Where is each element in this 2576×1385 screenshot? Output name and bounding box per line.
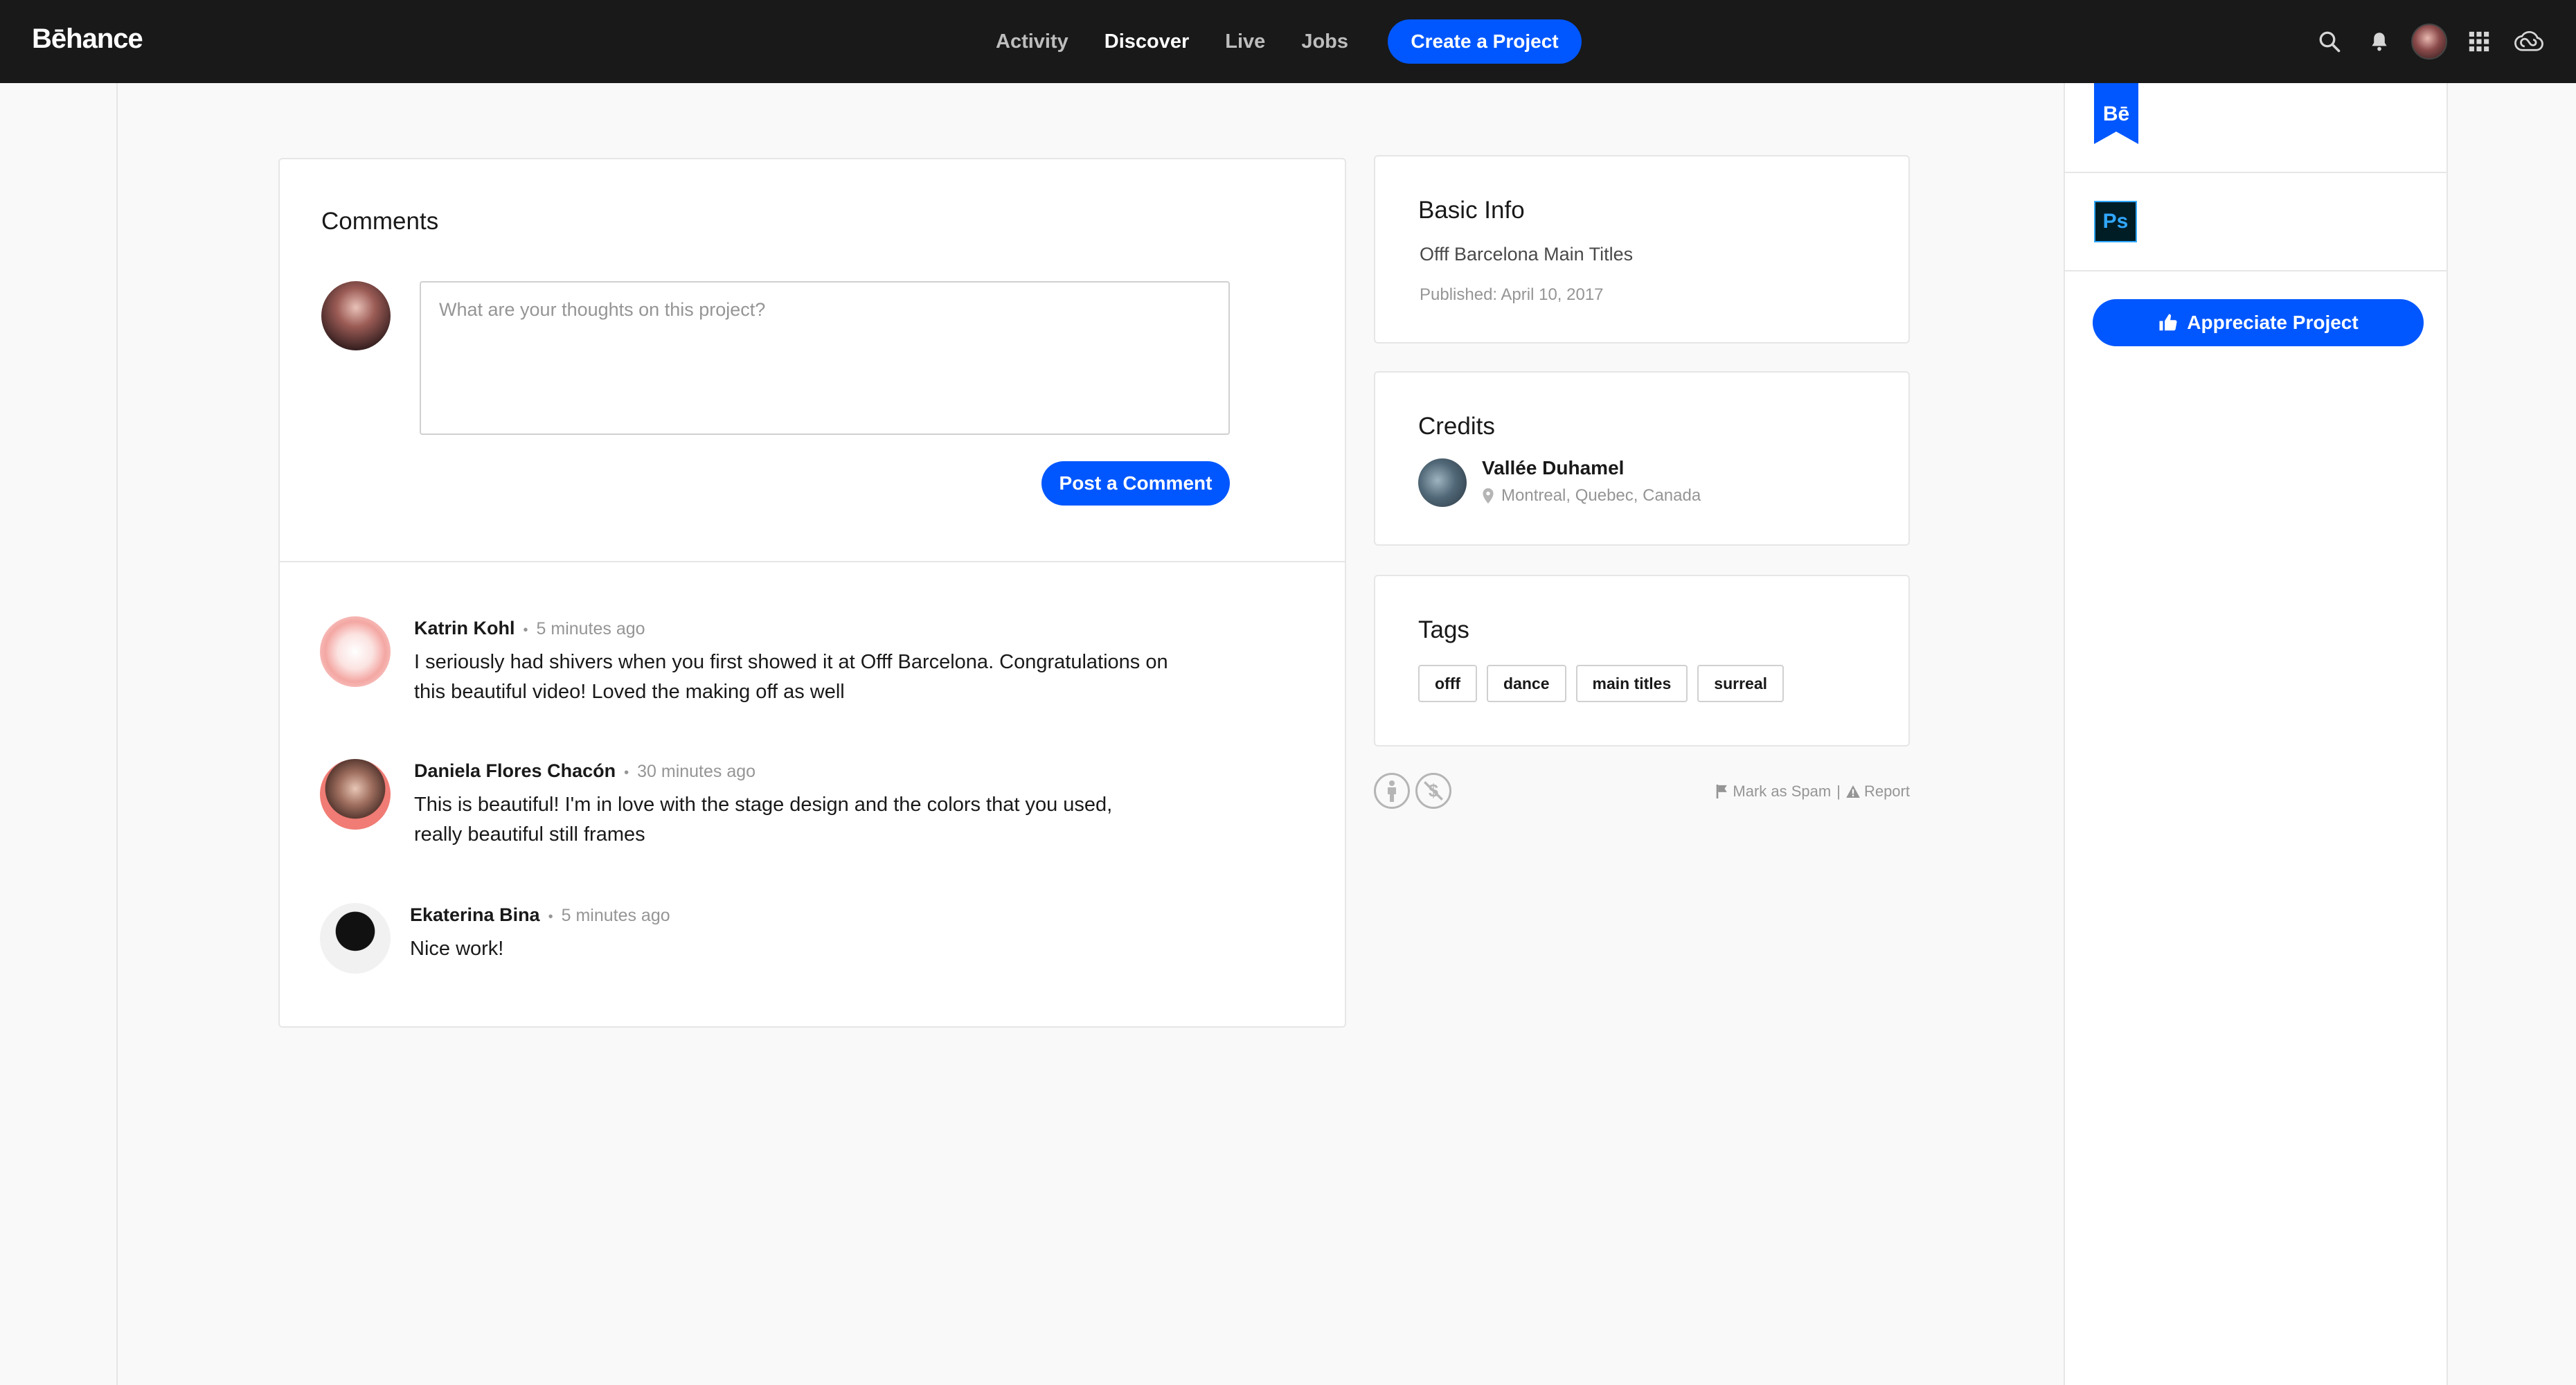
nav-link-activity[interactable]: Activity <box>996 30 1068 53</box>
tag-surreal[interactable]: surreal <box>1697 665 1784 702</box>
tag-main-titles[interactable]: main titles <box>1575 665 1688 702</box>
page-left-border <box>116 83 118 1385</box>
notification-bell-icon[interactable] <box>2360 22 2399 61</box>
report-label: Report <box>1863 783 1910 800</box>
basic-info-title: Basic Info <box>1418 197 1525 224</box>
report-actions: Mark as Spam | Report <box>1716 783 1910 801</box>
report-link[interactable]: Report <box>1846 783 1910 801</box>
top-navigation-bar: Bēhance Activity Discover Live Jobs Crea… <box>0 0 2576 83</box>
appreciate-project-label: Appreciate Project <box>2187 312 2359 333</box>
main-nav-links: Activity Discover Live Jobs <box>996 0 1384 83</box>
post-comment-button[interactable]: Post a Comment <box>1041 461 1230 506</box>
comments-title: Comments <box>321 208 439 235</box>
comment-text: I seriously had shivers when you first s… <box>414 651 1168 703</box>
nav-icons-group <box>2299 0 2548 83</box>
cc-attribution-icon[interactable] <box>1374 773 1410 809</box>
nav-link-live[interactable]: Live <box>1225 30 1265 53</box>
photoshop-icon[interactable]: Ps <box>2094 201 2137 242</box>
credits-card: Credits Vallée Duhamel Montreal, Quebec,… <box>1374 371 1910 546</box>
appreciate-project-button[interactable]: Appreciate Project <box>2093 299 2424 346</box>
comment-body: Daniela Flores Chacón • 30 minutes ago Thi… <box>414 759 1113 850</box>
sidebar-divider <box>2065 270 2448 271</box>
mark-as-spam-link[interactable]: Mark as Spam <box>1716 783 1831 801</box>
thumbs-up-icon <box>2159 314 2177 331</box>
cc-noncommercial-icon[interactable]: $ <box>1415 773 1451 809</box>
creator-location-text: Montreal, Quebec, Canada <box>1501 486 1701 505</box>
app-grid-icon[interactable] <box>2460 22 2498 61</box>
comment-body: Ekaterina Bina • 5 minutes ago Nice work! <box>410 903 670 964</box>
comment-text: Nice work! <box>410 938 504 960</box>
flag-icon <box>1717 785 1728 798</box>
commenter-name[interactable]: Daniela Flores Chacón <box>414 760 616 781</box>
tag-dance[interactable]: dance <box>1487 665 1566 702</box>
commenter-avatar[interactable] <box>320 759 391 830</box>
comments-divider <box>280 561 1345 562</box>
comments-card: Comments Post a Comment Katrin Kohl • 5 mi… <box>278 158 1346 1028</box>
tags-card: Tags offf dance main titles surreal <box>1374 575 1910 747</box>
license-icons: $ <box>1374 773 1451 809</box>
commenter-avatar[interactable] <box>320 903 391 974</box>
commenter-avatar[interactable] <box>320 616 391 687</box>
separator: | <box>1836 783 1841 800</box>
creator-avatar[interactable] <box>1418 458 1467 507</box>
separator-dot: • <box>523 623 528 638</box>
mark-as-spam-label: Mark as Spam <box>1733 783 1832 800</box>
nav-link-jobs[interactable]: Jobs <box>1301 30 1348 53</box>
commenter-name[interactable]: Ekaterina Bina <box>410 904 540 925</box>
project-name: Offf Barcelona Main Titles <box>1420 244 1634 265</box>
nav-link-discover[interactable]: Discover <box>1104 30 1190 53</box>
published-date: Published: April 10, 2017 <box>1420 285 1604 304</box>
current-user-avatar <box>321 281 391 350</box>
commenter-name[interactable]: Katrin Kohl <box>414 618 515 638</box>
user-avatar[interactable] <box>2410 22 2449 61</box>
tags-title: Tags <box>1418 616 1469 643</box>
warning-icon <box>1846 785 1860 798</box>
comment-text: This is beautiful! I'm in love with the … <box>414 794 1113 846</box>
tags-list: offf dance main titles surreal <box>1418 665 1784 702</box>
comment-body: Katrin Kohl • 5 minutes ago I seriously ha… <box>414 616 1204 707</box>
create-project-button[interactable]: Create a Project <box>1388 19 1582 64</box>
creator-location: Montreal, Quebec, Canada <box>1482 486 1701 506</box>
comment-input[interactable] <box>420 281 1230 435</box>
behance-ribbon-label: Bē <box>2103 102 2129 125</box>
location-pin-icon <box>1483 488 1494 503</box>
tag-offf[interactable]: offf <box>1418 665 1478 702</box>
behance-logo[interactable]: Bēhance <box>32 24 143 55</box>
separator-dot: • <box>548 909 553 924</box>
credits-title: Credits <box>1418 413 1495 440</box>
basic-info-card: Basic Info Offf Barcelona Main Titles Pu… <box>1374 155 1910 343</box>
comment-time: 30 minutes ago <box>637 762 756 781</box>
comment-time: 5 minutes ago <box>536 619 645 638</box>
sidebar-divider <box>2065 172 2448 173</box>
behance-ribbon-icon[interactable]: Bē <box>2094 83 2138 144</box>
creator-name[interactable]: Vallée Duhamel <box>1482 457 1624 479</box>
comment-time: 5 minutes ago <box>561 906 670 925</box>
separator-dot: • <box>624 765 629 780</box>
search-icon[interactable] <box>2310 22 2349 61</box>
creative-cloud-icon[interactable] <box>2510 22 2548 61</box>
project-sidebar: Bē Ps Appreciate Project <box>2065 83 2448 1385</box>
